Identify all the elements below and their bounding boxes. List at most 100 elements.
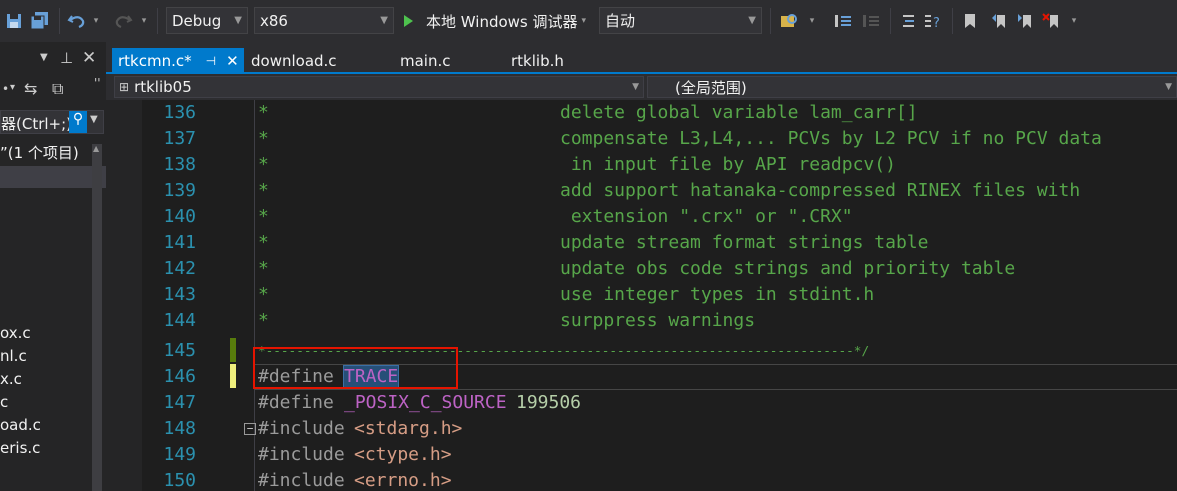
code-line[interactable]: 142 * update obs code strings and priori…: [106, 256, 1177, 282]
chevron-down-icon: ▼: [748, 15, 756, 26]
annotation-highlight-box: [253, 347, 458, 389]
preprocessor-directive: #include: [258, 444, 345, 465]
config-value: Debug: [172, 11, 222, 30]
solution-explorer-toolbar: • ▾ ⇆ ⧉ '': [0, 76, 106, 104]
preprocessor-directive: #include: [258, 470, 345, 491]
tab-label: rtkcmn.c*: [118, 52, 192, 70]
file-item[interactable]: nl.c: [0, 347, 27, 369]
line-number: 144: [163, 310, 196, 331]
line-number: 145: [163, 340, 196, 361]
file-item[interactable]: ox.c: [0, 324, 31, 346]
undo-dropdown-icon[interactable]: ▾: [91, 8, 101, 34]
sync-icon[interactable]: ⇆: [24, 79, 37, 98]
more-icon[interactable]: '': [94, 76, 101, 90]
scroll-up-icon[interactable]: ▲: [93, 144, 99, 153]
code-comment-star: *: [258, 310, 269, 331]
scrollbar[interactable]: ▲: [92, 144, 102, 491]
tab-main[interactable]: main.c: [400, 48, 451, 74]
line-number: 146: [163, 366, 196, 387]
code-line[interactable]: 144 * surppress warnings: [106, 308, 1177, 334]
back-icon[interactable]: •: [2, 82, 9, 96]
close-tab-icon[interactable]: ✕: [226, 52, 239, 70]
code-comment: update obs code strings and priority tab…: [560, 258, 1016, 279]
uncomment-icon[interactable]: ?: [922, 8, 944, 34]
tab-rtklib-h[interactable]: rtklib.h: [511, 48, 564, 74]
previous-bookmark-icon[interactable]: [988, 8, 1010, 34]
code-comment: use integer types in stdint.h: [560, 284, 875, 305]
main-toolbar: ▾ ▾ Debug ▼ x86 ▼ 本地 Windows 调试器 ▾ 自动 ▼ …: [0, 0, 1177, 42]
code-line[interactable]: 147 #define _POSIX_C_SOURCE 199506: [106, 390, 1177, 416]
tab-download[interactable]: download.c: [251, 48, 337, 74]
solution-configuration-select[interactable]: Debug ▼: [166, 7, 248, 34]
dropdown-icon[interactable]: ▾: [10, 82, 15, 93]
chevron-down-icon: ▼: [632, 82, 639, 92]
save-icon[interactable]: [4, 8, 24, 34]
code-line[interactable]: 141 * update stream format strings table: [106, 230, 1177, 256]
outdent-icon[interactable]: [860, 8, 882, 34]
project-name: rtklib05: [134, 78, 192, 96]
code-editor[interactable]: 136 * delete global variable lam_carr[] …: [106, 100, 1177, 491]
start-debugging-button[interactable]: 本地 Windows 调试器 ▾: [400, 8, 596, 34]
redo-icon[interactable]: [110, 8, 136, 34]
pane-menu-icon[interactable]: ▼: [40, 52, 48, 63]
start-debugging-label: 本地 Windows 调试器: [426, 12, 578, 31]
code-comment-star: *: [258, 206, 269, 227]
code-line[interactable]: 148 − #include <stdarg.h>: [106, 416, 1177, 442]
chevron-down-icon: ▾: [581, 16, 587, 26]
toolbar-overflow-icon[interactable]: ▾: [806, 8, 818, 34]
code-comment-star: *: [258, 180, 269, 201]
tab-label: main.c: [400, 52, 451, 70]
indent-icon[interactable]: [832, 8, 854, 34]
search-options-icon[interactable]: ▼: [90, 114, 98, 125]
find-in-files-icon[interactable]: [778, 8, 800, 34]
pin-icon[interactable]: ⊥: [60, 49, 73, 67]
bookmark-icon[interactable]: [960, 8, 980, 34]
solution-platform-select[interactable]: x86 ▼: [254, 7, 394, 34]
scope-dropdown[interactable]: (全局范围) ▼: [647, 76, 1177, 98]
solution-node[interactable]: ”(1 个项目): [0, 142, 79, 164]
macro-name: _POSIX_C_SOURCE: [344, 392, 507, 413]
line-number: 136: [163, 102, 196, 123]
save-all-icon[interactable]: [28, 8, 52, 34]
macro-value: 199506: [516, 392, 582, 413]
line-number: 149: [163, 444, 196, 465]
line-number: 143: [163, 284, 196, 305]
redo-dropdown-icon[interactable]: ▾: [139, 8, 149, 34]
line-number: 150: [163, 470, 196, 491]
search-input[interactable]: 器(Ctrl+;) ⚲ ▼: [0, 110, 104, 134]
preprocessor-directive: #define: [258, 392, 334, 413]
project-icon: ⊞: [119, 80, 130, 94]
toolbar-overflow-icon[interactable]: ▾: [1068, 8, 1080, 34]
code-line[interactable]: 140 * extension ".crx" or ".CRX": [106, 204, 1177, 230]
code-line[interactable]: 138 * in input file by API readpcv(): [106, 152, 1177, 178]
auto-select[interactable]: 自动 ▼: [599, 7, 762, 34]
undo-icon[interactable]: [64, 8, 90, 34]
close-icon[interactable]: ✕: [82, 48, 96, 68]
navigation-bar: ⊞ rtklib05 ▼ (全局范围) ▼: [106, 74, 1177, 100]
code-line[interactable]: 150 #include <errno.h>: [106, 468, 1177, 491]
pin-tab-icon[interactable]: ⊣: [206, 54, 216, 68]
code-line[interactable]: 143 * use integer types in stdint.h: [106, 282, 1177, 308]
selected-tree-row[interactable]: [0, 166, 106, 188]
search-placeholder: 器(Ctrl+;): [1, 115, 73, 133]
file-item[interactable]: eris.c: [0, 439, 40, 461]
collapse-all-icon[interactable]: ⧉: [52, 79, 63, 99]
comment-out-icon[interactable]: [898, 8, 918, 34]
collapse-region-icon[interactable]: −: [244, 423, 256, 435]
chevron-down-icon: ▼: [380, 15, 388, 26]
tab-rtkcmn[interactable]: rtkcmn.c* ⊣ ✕: [112, 48, 244, 74]
search-icon[interactable]: ⚲: [69, 111, 87, 133]
code-line[interactable]: 136 * delete global variable lam_carr[]: [106, 100, 1177, 126]
file-item[interactable]: x.c: [0, 370, 22, 392]
code-line[interactable]: 139 * add support hatanaka-compressed RI…: [106, 178, 1177, 204]
project-dropdown[interactable]: ⊞ rtklib05 ▼: [114, 76, 644, 98]
file-item[interactable]: c: [0, 393, 8, 415]
code-line[interactable]: 137 * compensate L3,L4,... PCVs by L2 PC…: [106, 126, 1177, 152]
clear-bookmarks-icon[interactable]: [1040, 8, 1064, 34]
line-number: 147: [163, 392, 196, 413]
chevron-down-icon: ▼: [234, 15, 242, 26]
file-item[interactable]: oad.c: [0, 416, 41, 438]
platform-value: x86: [260, 11, 288, 30]
code-line[interactable]: 149 #include <ctype.h>: [106, 442, 1177, 468]
next-bookmark-icon[interactable]: [1014, 8, 1036, 34]
